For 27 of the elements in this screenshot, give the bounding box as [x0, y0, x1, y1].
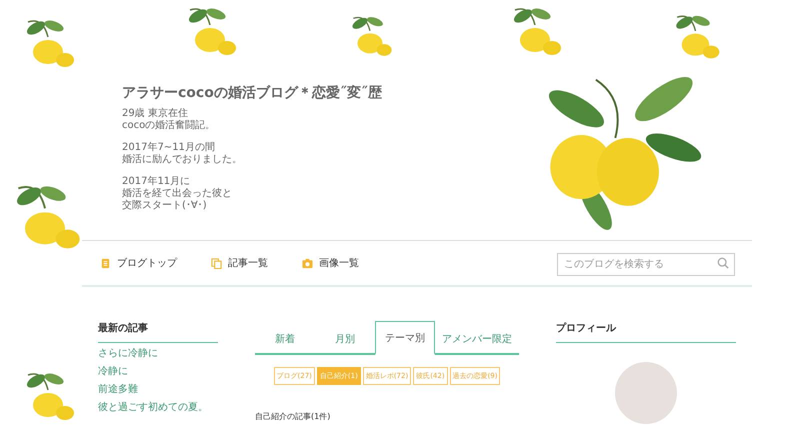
- article-link[interactable]: 前途多難: [98, 384, 138, 396]
- nav-link[interactable]: ブログトップ: [100, 256, 177, 270]
- description-line: 交際スタート(･∀･): [122, 200, 207, 212]
- description-line: 29歳 東京在住: [122, 108, 188, 120]
- tab[interactable]: テーマ別: [375, 321, 435, 355]
- article-link[interactable]: さらに冷静に: [98, 348, 158, 360]
- section-heading: 最新の記事: [98, 323, 218, 343]
- document-icon: [100, 258, 111, 268]
- description-line: cocoの婚活奮闘記。: [122, 120, 216, 132]
- description-line: 2017年7~11月の間: [122, 142, 215, 154]
- search-field[interactable]: このブログを検索する: [557, 252, 735, 276]
- pages-icon: [211, 258, 222, 268]
- description-line: 婚活に励んでおりました。: [122, 154, 242, 166]
- article-link[interactable]: 彼と過ごす初めての夏。: [98, 402, 208, 414]
- tab[interactable]: 月別: [315, 325, 375, 353]
- blog-title[interactable]: アラサーcocoの婚活ブログ＊恋愛˝変˝歴: [122, 84, 752, 102]
- description-line: 2017年11月に: [122, 176, 190, 188]
- article-link[interactable]: 冷静に: [98, 366, 128, 378]
- tab[interactable]: アメンバー限定: [435, 325, 519, 353]
- search-icon[interactable]: [717, 256, 729, 268]
- section-heading: 自己紹介の記事(1件): [255, 411, 332, 422]
- camera-icon: [302, 258, 313, 268]
- nav-link[interactable]: 画像一覧: [302, 256, 359, 270]
- description-line: 婚活を経て出会った彼と: [122, 188, 232, 200]
- tab[interactable]: 新着: [255, 325, 315, 353]
- section-heading: プロフィール: [556, 323, 736, 343]
- nav-link[interactable]: 記事一覧: [211, 256, 268, 270]
